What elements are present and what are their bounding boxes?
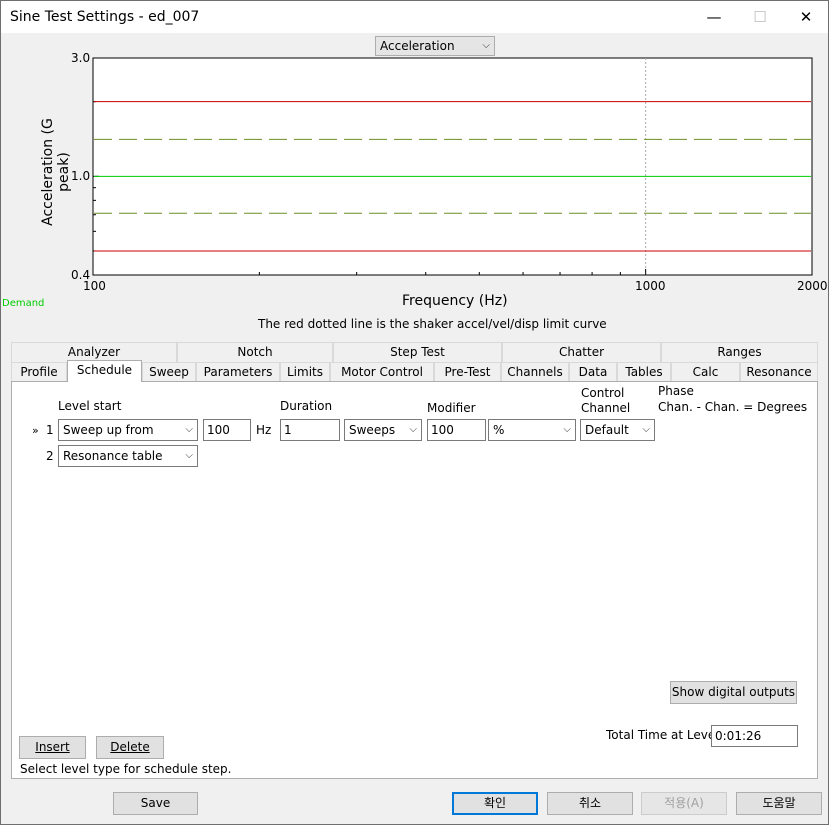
demand-legend: Demand: [2, 298, 45, 309]
tab-label: Step Test: [390, 345, 445, 359]
frequency-unit: Hz: [256, 423, 272, 437]
tab-pre-test[interactable]: Pre-Test: [434, 362, 501, 382]
tab-schedule[interactable]: Schedule: [67, 360, 142, 382]
save-button[interactable]: Save: [113, 792, 198, 815]
tab-step-test[interactable]: Step Test: [333, 342, 502, 362]
y-tick-1: 1.0: [71, 169, 91, 183]
tab-label: Schedule: [76, 363, 133, 377]
tab-row-bottom: Profile Schedule Sweep Parameters Limits…: [11, 360, 818, 382]
row-number: 1: [46, 423, 54, 437]
tab-label: Pre-Test: [444, 365, 491, 379]
level-type-select[interactable]: Sweep up from ⌵: [58, 419, 198, 441]
tab-notch[interactable]: Notch: [177, 342, 333, 362]
tab-label: Notch: [237, 345, 273, 359]
tab-motor-control[interactable]: Motor Control: [330, 362, 434, 382]
tab-label: Data: [578, 365, 608, 379]
tab-label: Resonance: [746, 365, 812, 379]
y-tick-3: 3.0: [71, 51, 91, 65]
x-tick-2000: 2000: [797, 279, 828, 293]
sine-test-settings-window: Sine Test Settings - ed_007 — ☐ ✕ Accele…: [0, 0, 829, 825]
tab-label: Motor Control: [341, 365, 423, 379]
level-type-select-2[interactable]: Resonance table ⌵: [58, 445, 198, 467]
tab-resonance[interactable]: Resonance: [740, 362, 818, 382]
header-modifier: Modifier: [427, 401, 476, 415]
show-digital-outputs-button[interactable]: Show digital outputs: [670, 681, 797, 704]
header-level-start: Level start: [58, 399, 122, 413]
insert-button[interactable]: Insert: [19, 736, 86, 759]
tab-label: Analyzer: [67, 345, 121, 359]
level-type-value: Resonance table: [63, 449, 163, 463]
chevron-down-icon: ⌵: [185, 424, 193, 435]
total-time-value: 0:01:26: [715, 729, 762, 743]
tab-label: Calc: [692, 365, 719, 379]
duration-unit-value: Sweeps: [349, 423, 396, 437]
x-tick-100: 100: [83, 279, 106, 293]
chevron-down-icon: ⌵: [563, 424, 571, 435]
tab-tables[interactable]: Tables: [617, 362, 671, 382]
cancel-button[interactable]: 취소: [547, 792, 633, 815]
delete-button[interactable]: Delete: [96, 736, 164, 759]
tab-analyzer[interactable]: Analyzer: [11, 342, 177, 362]
schedule-panel: Level start Duration Modifier Control Ch…: [11, 381, 818, 779]
tab-data[interactable]: Data: [569, 362, 617, 382]
title-bar: Sine Test Settings - ed_007 — ☐ ✕: [1, 1, 828, 33]
header-control-channel: Control Channel: [581, 386, 631, 415]
tab-calc[interactable]: Calc: [671, 362, 740, 382]
tab-chatter[interactable]: Chatter: [502, 342, 661, 362]
tab-sweep[interactable]: Sweep: [142, 362, 196, 382]
control-channel-value: Default: [585, 423, 629, 437]
duration-unit-select[interactable]: Sweeps ⌵: [344, 419, 422, 441]
modifier-unit-select[interactable]: % ⌵: [488, 419, 576, 441]
maximize-icon: ☐: [753, 8, 767, 26]
tab-limits[interactable]: Limits: [280, 362, 330, 382]
control-channel-select[interactable]: Default ⌵: [580, 419, 655, 441]
chevron-down-icon: ⌵: [409, 424, 417, 435]
tab-label: Limits: [287, 365, 323, 379]
x-axis-label: Frequency (Hz): [402, 293, 508, 309]
tab-profile[interactable]: Profile: [11, 362, 67, 382]
start-frequency-value: 100: [207, 423, 230, 437]
chevron-down-icon: ⌵: [185, 450, 193, 461]
total-time-field[interactable]: 0:01:26: [711, 725, 798, 747]
window-title: Sine Test Settings - ed_007: [10, 9, 200, 25]
status-text: Select level type for schedule step.: [20, 762, 232, 776]
ok-button[interactable]: 확인: [452, 792, 538, 815]
tab-label: Chatter: [558, 345, 605, 359]
total-time-label: Total Time at Level: [606, 728, 719, 742]
x-tick-1000: 1000: [635, 279, 666, 293]
tab-row-top: Analyzer Notch Step Test Chatter Ranges: [11, 342, 818, 362]
tab-label: Sweep: [149, 365, 189, 379]
tab-label: Channels: [507, 365, 563, 379]
apply-button: 적용(A): [641, 792, 727, 815]
duration-value: 1: [284, 423, 292, 437]
duration-input[interactable]: 1: [280, 419, 340, 441]
close-icon[interactable]: ✕: [783, 1, 829, 33]
help-button[interactable]: 도움말: [736, 792, 822, 815]
limit-curve-note: The red dotted line is the shaker accel/…: [258, 317, 607, 331]
header-phase-sub: Chan. - Chan. = Degrees: [658, 400, 808, 414]
tab-ranges[interactable]: Ranges: [661, 342, 818, 362]
tab-label: Tables: [625, 365, 663, 379]
y-axis-label: Acceleration (G peak): [40, 118, 72, 226]
tab-label: Parameters: [203, 365, 273, 379]
level-type-value: Sweep up from: [63, 423, 154, 437]
header-duration: Duration: [280, 399, 333, 413]
tab-label: Ranges: [717, 345, 762, 359]
plot-area: [92, 57, 813, 276]
tab-parameters[interactable]: Parameters: [196, 362, 280, 382]
modifier-unit-value: %: [493, 423, 505, 437]
row-current-marker: »: [32, 424, 39, 437]
row-number: 2: [46, 449, 54, 463]
tab-channels[interactable]: Channels: [501, 362, 569, 382]
tab-label: Profile: [20, 365, 58, 379]
start-frequency-input[interactable]: 100: [203, 419, 251, 441]
modifier-value: 100: [431, 423, 454, 437]
header-phase: Phase: [658, 384, 694, 398]
modifier-input[interactable]: 100: [427, 419, 486, 441]
minimize-icon[interactable]: —: [691, 1, 737, 33]
chevron-down-icon: ⌵: [642, 424, 650, 435]
